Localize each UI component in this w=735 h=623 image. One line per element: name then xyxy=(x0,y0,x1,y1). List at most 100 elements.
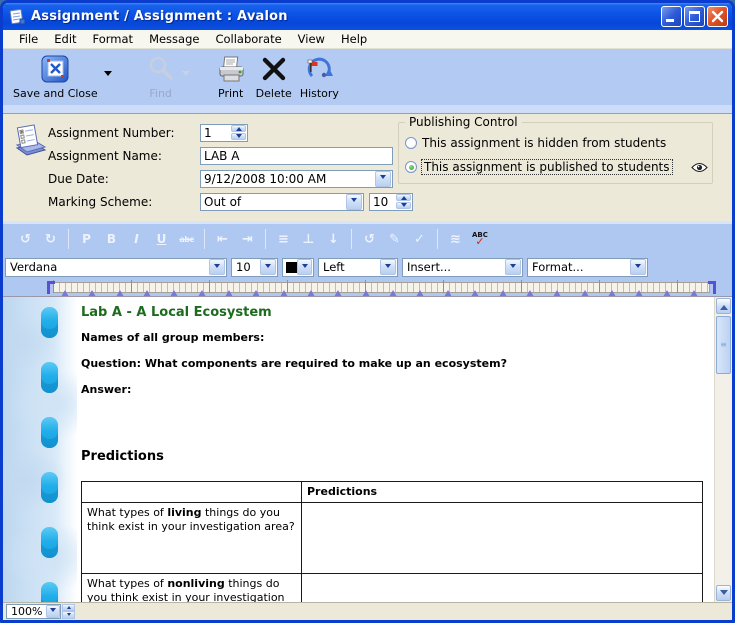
zoom-combobox[interactable]: 100% xyxy=(6,604,61,619)
published-radio-label: This assignment is published to students xyxy=(422,160,672,174)
close-button[interactable] xyxy=(707,6,728,27)
menu-collaborate[interactable]: Collaborate xyxy=(207,30,289,48)
marking-scheme-combobox[interactable]: Out of xyxy=(200,193,364,211)
underline-icon[interactable]: U xyxy=(153,232,170,246)
font-family-dropdown-icon[interactable] xyxy=(209,259,225,275)
redo-icon[interactable]: ↻ xyxy=(42,232,59,247)
vertical-scrollbar[interactable]: ≡ xyxy=(714,297,732,602)
alignment-dropdown-icon[interactable] xyxy=(380,259,396,275)
maximize-button[interactable] xyxy=(684,6,705,27)
indent-icon[interactable]: ⇥ xyxy=(239,232,256,247)
assignment-number-spin-buttons[interactable] xyxy=(231,125,246,141)
undo-icon[interactable]: ↺ xyxy=(17,232,34,247)
spin-up-icon[interactable] xyxy=(396,194,411,201)
font-family-combobox[interactable]: Verdana xyxy=(5,258,227,277)
publishing-control-group: Publishing Control This assignment is hi… xyxy=(398,122,713,184)
menu-edit[interactable]: Edit xyxy=(46,30,84,48)
prediction-cell[interactable] xyxy=(302,574,703,603)
question-cell-nonliving[interactable]: What types of nonliving things do you th… xyxy=(82,574,302,603)
history-icon xyxy=(304,53,334,85)
spellcheck-icon[interactable]: ABC ✓ xyxy=(472,232,488,247)
move-down-icon[interactable]: ↓ xyxy=(325,232,342,247)
published-radio-button[interactable] xyxy=(405,161,417,173)
zoom-dropdown-icon[interactable] xyxy=(46,605,60,618)
format-dropdown-icon[interactable] xyxy=(630,259,646,275)
menu-view[interactable]: View xyxy=(290,30,333,48)
pen-icon[interactable]: ✎ xyxy=(386,232,403,247)
prediction-cell[interactable] xyxy=(302,503,703,574)
scrollbar-thumb[interactable]: ≡ xyxy=(716,316,731,374)
marking-points-spin-buttons[interactable] xyxy=(396,194,411,210)
accept-icon[interactable]: ✓ xyxy=(411,232,428,247)
font-size-dropdown-icon[interactable] xyxy=(260,259,276,275)
bold-icon[interactable]: B xyxy=(103,232,120,246)
published-eye-icon xyxy=(691,158,708,177)
document-content[interactable]: Lab A - A Local Ecosystem Names of all g… xyxy=(81,297,706,602)
app-window: Assignment / Assignment : Avalon File Ed… xyxy=(0,0,735,623)
strikethrough-icon[interactable]: abc xyxy=(178,235,195,244)
signature-icon[interactable]: ≋ xyxy=(447,232,464,247)
zoom-up-icon[interactable] xyxy=(62,604,75,612)
due-date-combobox[interactable]: 9/12/2008 10:00 AM xyxy=(200,170,393,188)
save-and-close-icon xyxy=(40,53,70,85)
minimize-button[interactable] xyxy=(661,6,682,27)
print-button[interactable]: Print xyxy=(216,53,246,103)
table-header-empty-cell[interactable] xyxy=(82,482,302,503)
maximize-icon xyxy=(689,11,700,22)
zoom-down-icon[interactable] xyxy=(62,611,75,619)
font-size-combobox[interactable]: 10 xyxy=(231,258,278,277)
find-label: Find xyxy=(149,87,172,100)
menu-format[interactable]: Format xyxy=(85,30,142,48)
format-combobox[interactable]: Format... xyxy=(527,258,648,277)
hidden-radio-button[interactable] xyxy=(405,137,417,149)
decoration-droplet xyxy=(41,307,58,338)
spin-down-icon[interactable] xyxy=(231,133,246,140)
formatting-toolbar: ↺ ↻ P B I U abc ⇤ ⇥ ≡ ⊥ ↓ ↺ ✎ ✓ ≋ ABC ✓ xyxy=(3,224,732,254)
due-date-label: Due Date: xyxy=(48,172,200,186)
font-color-combobox[interactable] xyxy=(282,258,314,277)
alignment-combobox[interactable]: Left xyxy=(318,258,398,277)
ruler[interactable] xyxy=(3,280,732,296)
title-bar: Assignment / Assignment : Avalon xyxy=(3,3,732,30)
document-paragraph: Names of all group members: xyxy=(81,331,706,345)
delete-button[interactable]: Delete xyxy=(256,53,292,103)
outdent-icon[interactable]: ⇤ xyxy=(214,232,231,247)
ruler-tabstops[interactable] xyxy=(61,286,698,294)
menu-help[interactable]: Help xyxy=(333,30,375,48)
paragraph-style-icon[interactable]: P xyxy=(78,232,95,246)
italic-icon[interactable]: I xyxy=(128,232,145,246)
sort-icon[interactable]: ≡ xyxy=(275,232,292,247)
left-margin-marker[interactable] xyxy=(47,281,55,294)
spin-down-icon[interactable] xyxy=(396,202,411,209)
marking-scheme-dropdown-icon[interactable] xyxy=(346,194,362,210)
find-button[interactable]: Find xyxy=(146,53,176,103)
print-icon xyxy=(216,53,246,85)
save-and-close-dropdown-arrow[interactable] xyxy=(104,71,112,80)
document-editor[interactable]: Lab A - A Local Ecosystem Names of all g… xyxy=(3,296,732,602)
history-button[interactable]: History xyxy=(300,53,339,103)
due-date-dropdown-icon[interactable] xyxy=(375,171,391,187)
question-cell-living[interactable]: What types of living things do you think… xyxy=(82,503,302,574)
marking-points-stepper[interactable]: 10 xyxy=(369,193,413,211)
table-header-predictions[interactable]: Predictions xyxy=(302,482,703,503)
font-color-dropdown-icon[interactable] xyxy=(297,259,312,275)
zoom-stepper[interactable] xyxy=(62,604,75,619)
find-dropdown-arrow[interactable] xyxy=(182,71,190,80)
insert-dropdown-icon[interactable] xyxy=(505,259,521,275)
menu-file[interactable]: File xyxy=(11,30,46,48)
spin-up-icon[interactable] xyxy=(231,125,246,132)
align-baseline-icon[interactable]: ⊥ xyxy=(300,232,317,247)
hidden-option-row[interactable]: This assignment is hidden from students xyxy=(405,133,710,153)
delete-icon xyxy=(260,53,288,85)
assignment-number-stepper[interactable]: 1 xyxy=(200,124,248,142)
scroll-up-button[interactable] xyxy=(716,298,731,314)
assignment-name-field[interactable] xyxy=(200,147,393,165)
save-and-close-button[interactable]: Save and Close xyxy=(13,53,98,103)
insert-combobox[interactable]: Insert... xyxy=(402,258,523,277)
scroll-down-button[interactable] xyxy=(716,585,731,601)
published-option-row[interactable]: This assignment is published to students xyxy=(405,157,710,177)
menu-message[interactable]: Message xyxy=(141,30,207,48)
marking-scheme-label: Marking Scheme: xyxy=(48,195,200,209)
right-margin-marker[interactable] xyxy=(708,281,716,294)
revert-icon[interactable]: ↺ xyxy=(361,232,378,247)
